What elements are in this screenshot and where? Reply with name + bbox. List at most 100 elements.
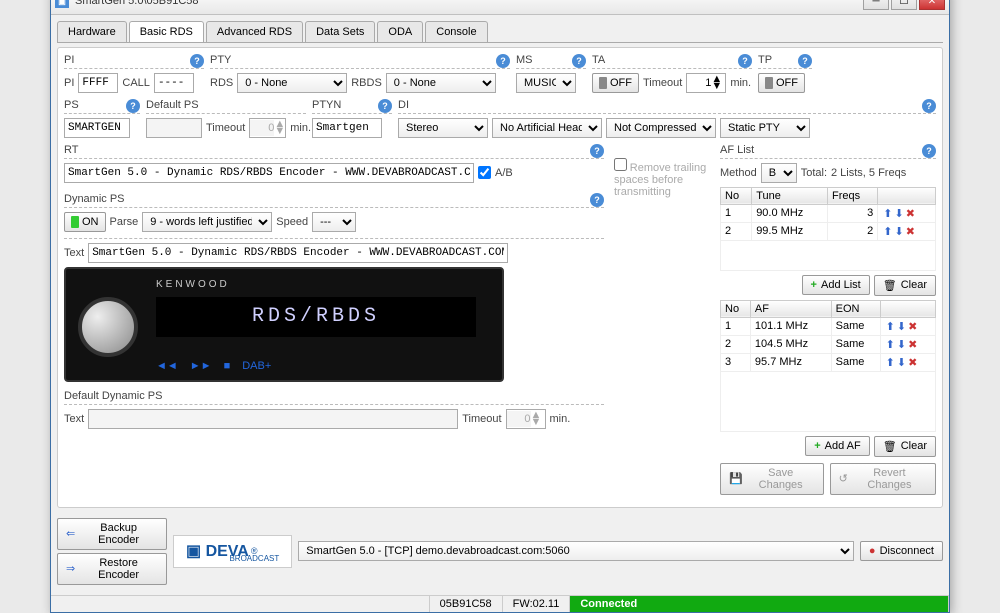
save-changes-button[interactable]: 💾Save Changes	[720, 463, 824, 495]
af-method-select[interactable]: B	[761, 163, 797, 183]
app-window: ▣ SmartGen 5.0\05B91C58 ─ ☐ ✕ Hardware B…	[50, 0, 950, 613]
delete-icon[interactable]: ✖	[908, 356, 917, 369]
help-icon[interactable]: ?	[572, 54, 586, 68]
status-bar: 05B91C58 FW:02.11 Connected	[51, 595, 949, 612]
tab-hardware[interactable]: Hardware	[57, 21, 127, 42]
arrow-up-icon[interactable]: ⬆	[886, 320, 895, 333]
delete-icon[interactable]: ✖	[906, 225, 915, 238]
default-ps-timeout-spinner: ▲▼	[249, 118, 286, 138]
delete-icon[interactable]: ✖	[906, 207, 915, 220]
help-icon[interactable]: ?	[922, 144, 936, 158]
rds-select[interactable]: 0 - None	[237, 73, 347, 93]
rt-ab-checkbox[interactable]	[478, 166, 491, 179]
call-input[interactable]	[154, 73, 194, 93]
add-list-button[interactable]: +Add List	[802, 275, 870, 295]
di-comp-select[interactable]: Not Compressed	[606, 118, 716, 138]
pi-label: PI	[64, 77, 74, 89]
connection-select[interactable]: SmartGen 5.0 - [TCP] demo.devabroadcast.…	[298, 541, 854, 561]
radio-brand: KENWOOD	[156, 279, 230, 290]
ms-select[interactable]: MUSIC	[516, 73, 576, 93]
di-pty-select[interactable]: Static PTY	[720, 118, 810, 138]
call-label: CALL	[122, 77, 150, 89]
led-off-icon	[599, 77, 607, 89]
ta-toggle[interactable]: OFF	[592, 73, 639, 93]
help-icon[interactable]: ?	[922, 99, 936, 113]
window-title: SmartGen 5.0\05B91C58	[75, 0, 861, 7]
table-row[interactable]: 1101.1 MHzSame⬆⬇✖	[721, 317, 936, 335]
arrow-up-icon[interactable]: ⬆	[883, 225, 892, 238]
minimize-button[interactable]: ─	[863, 0, 889, 10]
restore-icon: ⇒	[66, 562, 75, 575]
delete-icon[interactable]: ✖	[908, 320, 917, 333]
revert-changes-button[interactable]: ↺Revert Changes	[830, 463, 936, 495]
default-ps-input	[146, 118, 202, 138]
help-icon[interactable]: ?	[378, 99, 392, 113]
plus-icon: +	[814, 440, 820, 452]
restore-encoder-button[interactable]: ⇒Restore Encoder	[57, 553, 167, 585]
clear-af-button[interactable]: 🗑Clear	[874, 436, 936, 457]
backup-encoder-button[interactable]: ⇐Backup Encoder	[57, 518, 167, 550]
rbds-select[interactable]: 0 - None	[386, 73, 496, 93]
close-button[interactable]: ✕	[919, 0, 945, 10]
ta-timeout-spinner[interactable]: ▲▼	[686, 73, 726, 93]
radio-preview: KENWOOD RDS/RBDS ◄◄►►■DAB+	[64, 267, 504, 382]
arrow-down-icon[interactable]: ⬇	[897, 338, 906, 351]
di-head-select[interactable]: No Artificial Head	[492, 118, 602, 138]
ps-input[interactable]	[64, 118, 130, 138]
dps-speed-select[interactable]: ---	[312, 212, 356, 232]
revert-icon: ↺	[839, 472, 848, 485]
table-row[interactable]: 395.7 MHzSame⬆⬇✖	[721, 353, 936, 371]
disconnect-button[interactable]: ●Disconnect	[860, 541, 943, 561]
help-icon[interactable]: ?	[190, 54, 204, 68]
table-row[interactable]: 299.5 MHz2⬆⬇✖	[721, 222, 936, 240]
help-icon[interactable]: ?	[590, 144, 604, 158]
af-group-label: AF List	[720, 144, 936, 156]
default-ps-group-label: Default PS	[146, 99, 306, 111]
tab-advanced-rds[interactable]: Advanced RDS	[206, 21, 303, 42]
di-group-label: DI	[398, 99, 936, 111]
tp-toggle[interactable]: OFF	[758, 73, 805, 93]
arrow-up-icon[interactable]: ⬆	[886, 356, 895, 369]
radio-display-text: RDS/RBDS	[156, 297, 476, 337]
main-tabs: Hardware Basic RDS Advanced RDS Data Set…	[57, 21, 943, 43]
trash-icon: 🗑	[883, 440, 897, 453]
arrow-down-icon[interactable]: ⬇	[894, 207, 903, 220]
add-af-button[interactable]: +Add AF	[805, 436, 870, 456]
tab-oda[interactable]: ODA	[377, 21, 423, 42]
pi-input[interactable]	[78, 73, 118, 93]
maximize-button[interactable]: ☐	[891, 0, 917, 10]
di-stereo-select[interactable]: Stereo	[398, 118, 488, 138]
dps-toggle[interactable]: ON	[64, 212, 106, 232]
rt-trailing-option[interactable]: Remove trailing spaces before transmitti…	[614, 158, 714, 198]
clear-list-button[interactable]: 🗑Clear	[874, 275, 936, 296]
dps-text-input[interactable]	[88, 243, 508, 263]
tab-console[interactable]: Console	[425, 21, 487, 42]
pi-group-label: PI	[64, 54, 204, 66]
radio-knob	[78, 297, 138, 357]
arrow-down-icon[interactable]: ⬇	[897, 320, 906, 333]
ptyn-input[interactable]	[312, 118, 382, 138]
default-dps-timeout-spinner: ▲▼	[506, 409, 546, 429]
led-off-icon	[765, 77, 773, 89]
ta-timeout-label: Timeout	[643, 77, 682, 89]
table-row[interactable]: 2104.5 MHzSame⬆⬇✖	[721, 335, 936, 353]
default-dps-text-input	[88, 409, 458, 429]
rbds-label: RBDS	[351, 77, 382, 89]
delete-icon[interactable]: ✖	[908, 338, 917, 351]
help-icon[interactable]: ?	[738, 54, 752, 68]
help-icon[interactable]: ?	[590, 193, 604, 207]
tab-data-sets[interactable]: Data Sets	[305, 21, 375, 42]
rt-input[interactable]	[64, 163, 474, 183]
tab-basic-rds[interactable]: Basic RDS	[129, 21, 204, 42]
table-row[interactable]: 190.0 MHz3⬆⬇✖	[721, 204, 936, 222]
af-tune-table: NoTuneFreqs 190.0 MHz3⬆⬇✖ 299.5 MHz2⬆⬇✖	[720, 187, 936, 271]
rds-label: RDS	[210, 77, 233, 89]
dps-parse-select[interactable]: 9 - words left justified	[142, 212, 272, 232]
arrow-up-icon[interactable]: ⬆	[883, 207, 892, 220]
arrow-down-icon[interactable]: ⬇	[897, 356, 906, 369]
arrow-up-icon[interactable]: ⬆	[886, 338, 895, 351]
arrow-down-icon[interactable]: ⬇	[894, 225, 903, 238]
help-icon[interactable]: ?	[126, 99, 140, 113]
help-icon[interactable]: ?	[798, 54, 812, 68]
help-icon[interactable]: ?	[496, 54, 510, 68]
